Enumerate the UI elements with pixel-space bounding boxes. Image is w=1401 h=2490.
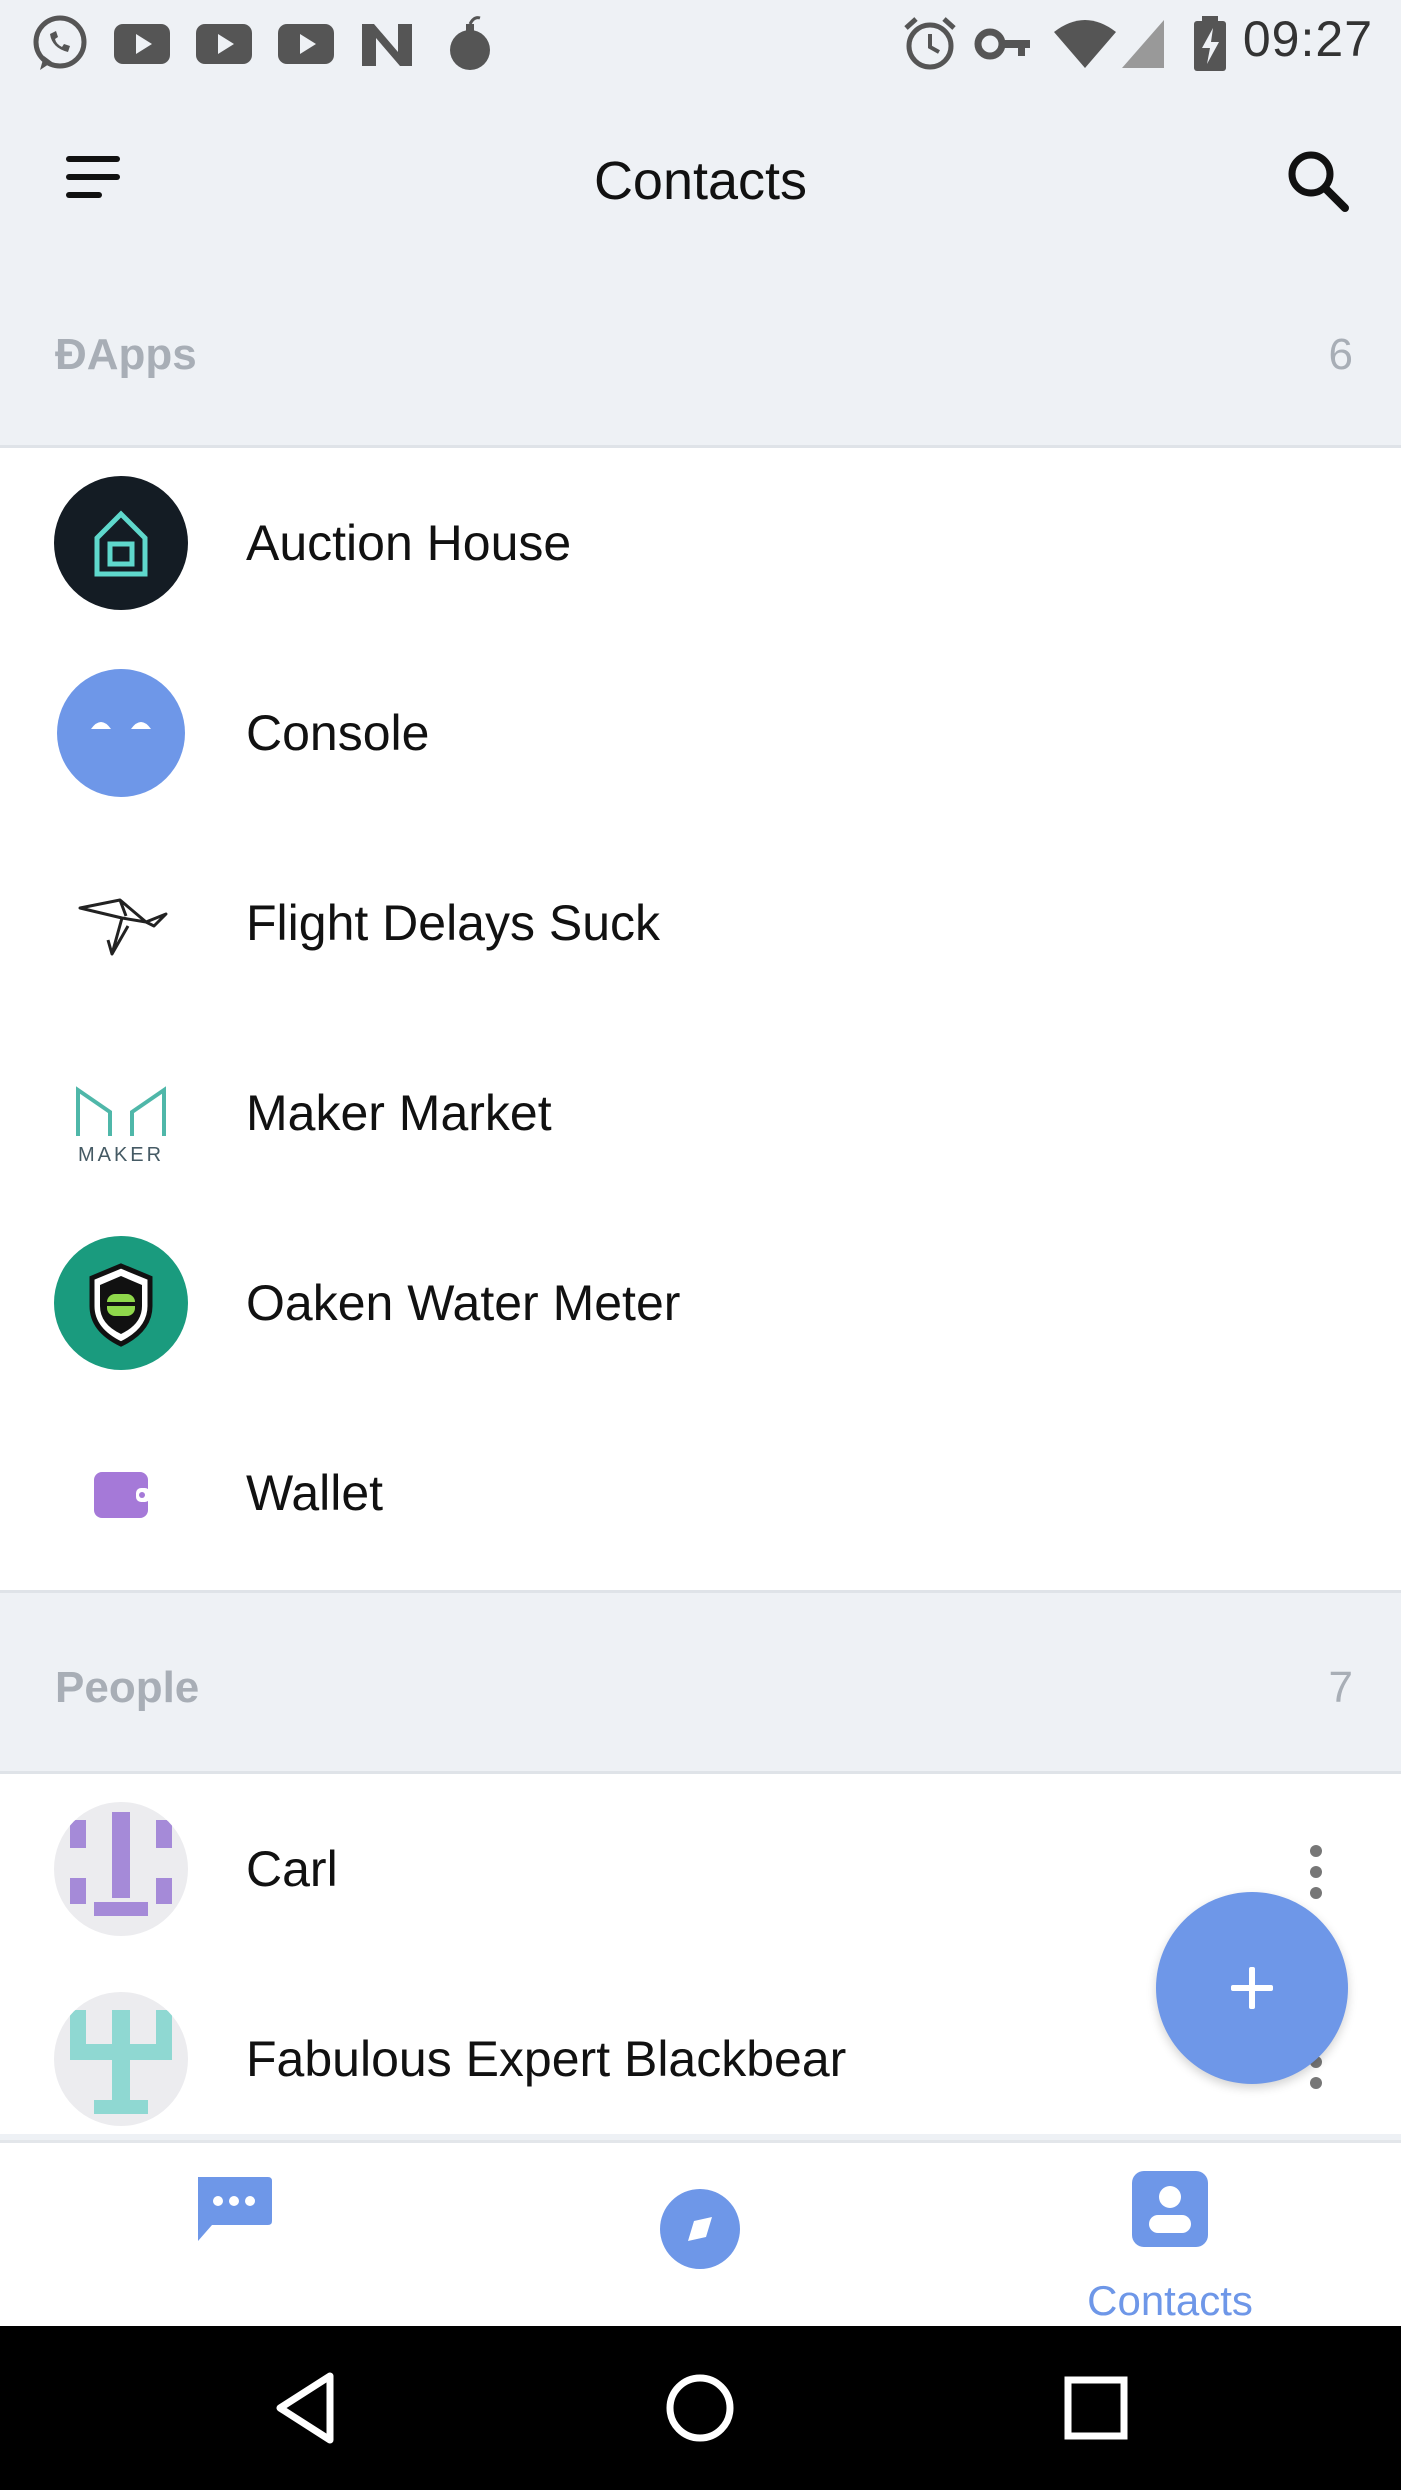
bottom-tab-bar: Contacts: [0, 2140, 1401, 2326]
bird-icon: [54, 856, 188, 990]
key-icon: [974, 28, 1030, 60]
svg-text:MAKER: MAKER: [78, 1144, 164, 1166]
battery-charging-icon: [1194, 16, 1226, 71]
contact-name: Fabulous Expert Blackbear: [246, 2031, 847, 2087]
whatsapp-icon: [33, 15, 87, 70]
system-nav-bar: [0, 2326, 1401, 2490]
contacts-icon: [1132, 2171, 1208, 2247]
bomb-icon: [450, 16, 490, 70]
top-toolbar: Contacts: [0, 82, 1401, 282]
list-item[interactable]: MAKER Maker Market: [0, 1018, 1401, 1208]
search-icon[interactable]: [1283, 146, 1353, 216]
dapp-name: Console: [246, 705, 430, 761]
dapp-name: Auction House: [246, 515, 572, 571]
section-label: ĐApps: [55, 330, 197, 379]
identicon-purple: [54, 1802, 188, 1936]
youtube-icon: [196, 24, 252, 64]
list-item[interactable]: Console: [0, 638, 1401, 828]
list-item[interactable]: Flight Delays Suck: [0, 828, 1401, 1018]
compass-icon: [660, 2189, 740, 2269]
chat-icon: [198, 2177, 272, 2241]
page-title: Contacts: [593, 151, 808, 211]
home-icon[interactable]: [660, 2368, 740, 2448]
dapps-list: Auction House Console Flight Delays Suck…: [0, 448, 1401, 1590]
status-bar: 09:27: [0, 0, 1401, 82]
wallet-icon: [54, 1426, 188, 1560]
console-icon: [57, 669, 185, 797]
maker-logo: MAKER: [54, 1046, 188, 1180]
contact-name: Carl: [246, 1841, 338, 1897]
dapp-name: Maker Market: [246, 1085, 552, 1141]
add-contact-button[interactable]: [1156, 1892, 1348, 2084]
status-time: 09:27: [1242, 11, 1373, 67]
dapp-name: Flight Delays Suck: [246, 895, 661, 951]
list-item[interactable]: Auction House: [0, 448, 1401, 638]
back-icon[interactable]: [268, 2368, 348, 2448]
wifi-icon: [1054, 20, 1116, 68]
signal-icon: [1122, 20, 1164, 68]
auction-house-icon: [54, 476, 188, 610]
section-count: 7: [1328, 1663, 1353, 1712]
youtube-icon: [114, 24, 170, 64]
more-options-icon[interactable]: [1309, 1844, 1323, 1900]
section-label: People: [55, 1663, 200, 1712]
youtube-icon: [278, 24, 334, 64]
section-header-people: People 7: [0, 1593, 1401, 1773]
list-item[interactable]: Oaken Water Meter: [0, 1208, 1401, 1398]
section-header-dapps: ĐApps 6: [0, 298, 1401, 426]
identicon-teal: [54, 1992, 188, 2126]
list-item[interactable]: Wallet: [0, 1398, 1401, 1588]
dapp-name: Oaken Water Meter: [246, 1275, 681, 1331]
tab-browse[interactable]: [600, 2143, 800, 2326]
tab-chats[interactable]: [130, 2143, 340, 2326]
recents-icon[interactable]: [1056, 2368, 1136, 2448]
tab-label: Contacts: [1087, 2277, 1253, 2324]
dapp-name: Wallet: [246, 1465, 384, 1521]
n-app-icon: [362, 24, 412, 66]
tab-contacts[interactable]: Contacts: [1060, 2143, 1280, 2326]
section-count: 6: [1328, 330, 1353, 379]
alarm-icon: [904, 17, 956, 70]
shield-meter-icon: [54, 1236, 188, 1370]
